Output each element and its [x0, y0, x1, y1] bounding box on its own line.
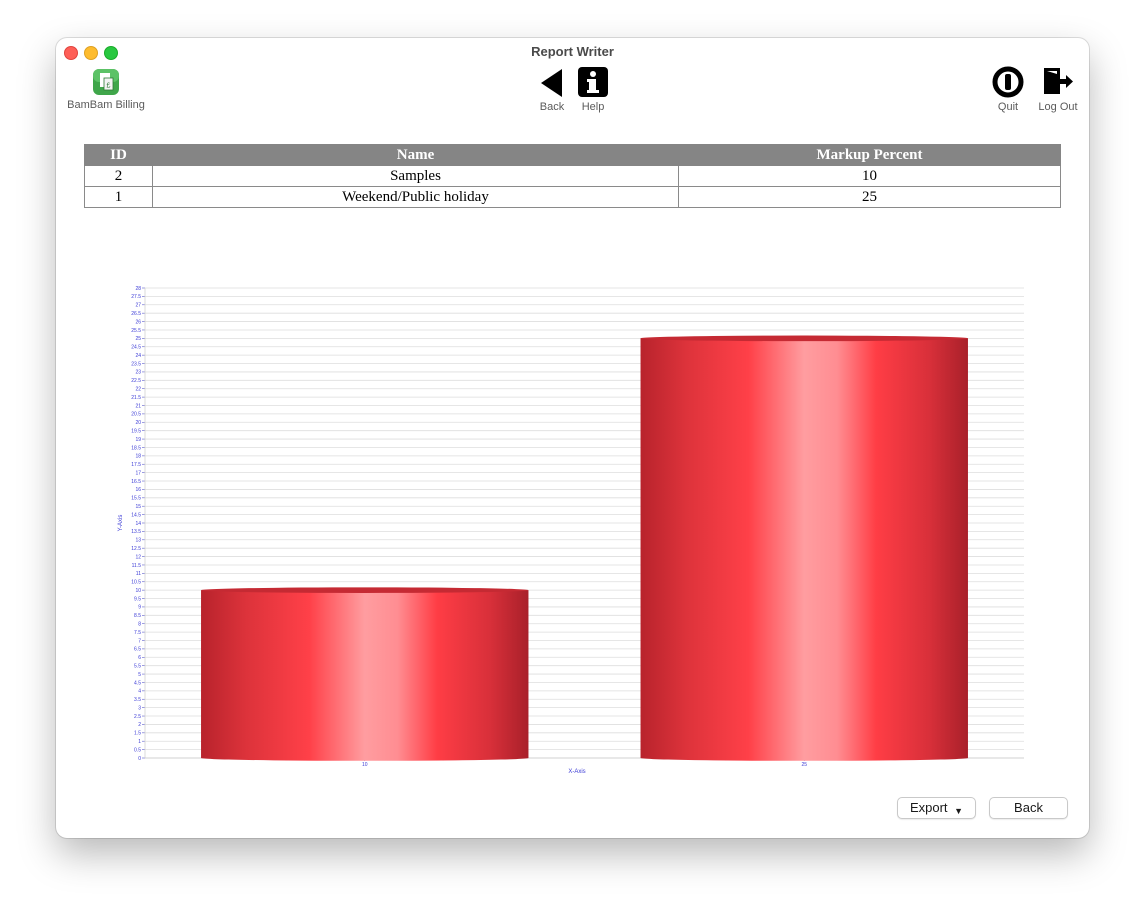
y-tick-label: 28 — [135, 286, 141, 292]
y-tick-label: 2 — [138, 722, 141, 728]
y-tick-label: 15 — [135, 504, 141, 510]
y-tick-label: 6 — [138, 655, 141, 661]
y-tick-label: 17.5 — [131, 462, 141, 468]
y-tick-label: 21.5 — [131, 395, 141, 401]
y-tick-label: 10.5 — [131, 580, 141, 586]
bar[interactable] — [201, 590, 529, 758]
y-tick-label: 1 — [138, 739, 141, 745]
y-tick-label: 25.5 — [131, 328, 141, 334]
export-dropdown-button[interactable]: Export ▼ — [897, 797, 976, 819]
y-tick-label: 26 — [135, 319, 141, 325]
y-tick-label: 21 — [135, 403, 141, 409]
report-writer-window: Report Writer £ BamBam Billing Back Help — [56, 38, 1089, 838]
y-tick-label: 1.5 — [134, 731, 141, 737]
y-tick-label: 15.5 — [131, 496, 141, 502]
y-tick-label: 4 — [138, 689, 141, 695]
y-tick-label: 23 — [135, 370, 141, 376]
y-tick-label: 11 — [136, 571, 141, 577]
y-tick-label: 20.5 — [131, 412, 141, 418]
y-tick-label: 23.5 — [131, 361, 141, 367]
y-tick-label: 16.5 — [131, 479, 141, 485]
markup-bar-chart: 00.511.522.533.544.555.566.577.588.599.5… — [118, 286, 1024, 775]
y-tick-label: 19.5 — [131, 428, 141, 434]
y-tick-label: 4.5 — [134, 680, 141, 686]
y-tick-label: 5.5 — [134, 663, 141, 669]
y-tick-label: 14.5 — [131, 512, 141, 518]
x-tick-label: 25 — [801, 762, 807, 768]
y-tick-label: 8.5 — [134, 613, 141, 619]
y-tick-label: 27.5 — [131, 294, 141, 300]
bar-base — [201, 755, 529, 761]
y-tick-label: 13 — [135, 538, 141, 544]
y-tick-label: 12 — [135, 554, 141, 560]
y-tick-label: 7 — [138, 638, 141, 644]
y-tick-label: 3 — [138, 705, 141, 711]
x-axis-title: X-Axis — [568, 769, 585, 775]
y-tick-label: 10 — [135, 588, 141, 594]
y-tick-label: 26.5 — [131, 311, 141, 317]
y-tick-label: 3.5 — [134, 697, 141, 703]
bar[interactable] — [640, 338, 968, 758]
bar-top — [201, 587, 529, 593]
y-tick-label: 17 — [135, 470, 141, 476]
y-tick-label: 7.5 — [134, 630, 141, 636]
export-label: Export — [909, 800, 948, 815]
chevron-down-icon: ▼ — [954, 806, 964, 816]
y-tick-label: 22.5 — [131, 378, 141, 384]
y-tick-label: 12.5 — [131, 546, 141, 552]
bar-base — [640, 755, 968, 761]
y-tick-label: 19 — [135, 437, 141, 443]
y-tick-label: 22 — [135, 387, 141, 393]
y-tick-label: 25 — [135, 336, 141, 342]
y-tick-label: 24 — [135, 353, 141, 359]
y-tick-label: 9 — [138, 605, 141, 611]
y-tick-label: 14 — [135, 521, 141, 527]
x-tick-label: 10 — [362, 762, 368, 768]
y-tick-label: 18.5 — [131, 445, 141, 451]
y-axis-title: Y-Axis — [118, 515, 124, 532]
bar-top — [640, 335, 968, 342]
y-tick-label: 6.5 — [134, 647, 141, 653]
y-tick-label: 9.5 — [134, 596, 141, 602]
y-tick-label: 11.5 — [132, 563, 142, 569]
y-tick-label: 0.5 — [134, 747, 141, 753]
y-tick-label: 8 — [138, 622, 141, 628]
y-tick-label: 20 — [135, 420, 141, 426]
y-tick-label: 27 — [135, 303, 141, 309]
y-tick-label: 18 — [135, 454, 141, 460]
y-tick-label: 13.5 — [131, 529, 141, 535]
y-tick-label: 24.5 — [131, 345, 141, 351]
y-tick-label: 0 — [138, 756, 141, 762]
y-tick-label: 16 — [135, 487, 141, 493]
footer-back-button[interactable]: Back — [989, 797, 1068, 819]
y-tick-label: 2.5 — [134, 714, 141, 720]
y-tick-label: 5 — [138, 672, 141, 678]
